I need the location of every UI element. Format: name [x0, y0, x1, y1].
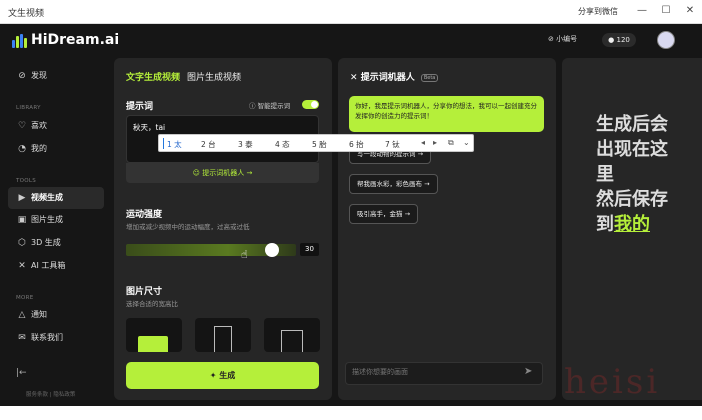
ime-candidate[interactable]: 1 太	[167, 139, 182, 150]
user-badge[interactable]: ⊘ 小编号	[548, 34, 577, 44]
bell-icon: △	[18, 310, 26, 320]
ime-candidate[interactable]: 3 泰	[238, 139, 253, 150]
chat-input[interactable]	[352, 368, 512, 376]
folder-icon: ◔	[18, 144, 26, 154]
ime-candidate[interactable]: 7 钛	[385, 139, 400, 150]
prompt-bot-link[interactable]: ☺ 提示词机器人 →	[126, 163, 319, 183]
collapse-sidebar-icon[interactable]: |←	[16, 368, 27, 378]
section-library: LIBRARY	[16, 105, 41, 111]
sidebar-item-mine[interactable]: ◔ 我的	[8, 138, 104, 160]
ime-settings-icon[interactable]: ⧉	[448, 138, 454, 148]
mail-icon: ✉	[18, 333, 26, 343]
preview-mine-link[interactable]: 我的	[614, 214, 650, 235]
tab-image-to-video[interactable]: 图片生成视频	[187, 70, 241, 83]
compass-icon: ⊘	[18, 71, 26, 81]
cube-icon: ⬡	[18, 238, 26, 248]
chat-input-box[interactable]	[345, 362, 543, 385]
sidebar-item-image[interactable]: ▣ 图片生成	[8, 209, 104, 231]
sidebar-item-label: AI 工具箱	[31, 261, 66, 270]
sidebar-footer[interactable]: 服务条款 | 隐私政策	[26, 390, 75, 398]
prompt-label: 提示词	[126, 102, 154, 112]
ime-candidate[interactable]: 2 台	[201, 139, 216, 150]
magic-wand-icon: ✦	[209, 371, 217, 380]
motion-slider-thumb[interactable]	[265, 243, 279, 257]
sidebar-item-label: 发现	[31, 71, 47, 80]
avatar[interactable]	[657, 31, 675, 49]
sidebar-item-label: 图片生成	[31, 215, 63, 224]
sidebar-item-3d[interactable]: ⬡ 3D 生成	[8, 232, 104, 254]
ime-candidate[interactable]: 5 胎	[312, 139, 327, 150]
window-title: 文生视频	[8, 9, 45, 19]
smart-prompt-label: ⓘ 智能提示词	[249, 102, 291, 110]
bot-icon: ☺	[192, 169, 200, 177]
info-icon: ⓘ	[249, 102, 256, 110]
maximize-icon[interactable]: ☐	[659, 4, 673, 18]
ime-caret	[163, 138, 164, 149]
compass-badge-icon: ⊘	[548, 35, 554, 43]
sidebar-item-label: 喜欢	[31, 121, 47, 130]
hidream-logo-icon	[12, 34, 28, 48]
taskbar-strip	[0, 406, 702, 420]
sidebar-item-discover[interactable]: ⊘ 发现	[8, 65, 104, 87]
ime-expand-icon[interactable]: ⌄	[463, 138, 470, 147]
sidebar-item-label: 3D 生成	[31, 238, 61, 247]
size-option-square[interactable]	[264, 318, 320, 352]
motion-value[interactable]: 30	[300, 243, 319, 256]
bot-greeting-bubble: 你好，我是提示词机器人，分享你的想法，我可以一起创建充分发挥你的创造力的提示词！	[349, 96, 544, 132]
app-root: HiDream.ai ⊘ 小编号 ● 120 ⊘ 发现 LIBRARY ♡ 喜欢…	[0, 24, 702, 406]
sidebar-item-ai-tools[interactable]: ✕ AI 工具箱	[8, 255, 104, 277]
ime-next-icon[interactable]: ▸	[433, 138, 437, 147]
size-label: 图片尺寸	[126, 287, 163, 297]
brand-name: HiDream.ai	[31, 32, 120, 48]
suggestion-chip[interactable]: 吸引高手，金猫 →	[349, 204, 419, 224]
user-badge-label: 小编号	[556, 35, 578, 43]
ime-candidate[interactable]: 6 抬	[349, 139, 364, 150]
sidebar-item-contact[interactable]: ✉ 联系我们	[8, 327, 104, 349]
sidebar-item-likes[interactable]: ♡ 喜欢	[8, 115, 104, 137]
beta-badge: Beta	[420, 73, 439, 82]
heart-icon: ♡	[17, 121, 27, 131]
prompt-bot-title: ✕ 提示词机器人 Beta	[350, 70, 439, 83]
sidebar-item-label: 联系我们	[31, 333, 63, 342]
motion-hint: 增加或减少视频中的运动幅度，过高或过低	[126, 223, 250, 231]
sidebar-item-video[interactable]: ▶ 视频生成	[8, 187, 104, 209]
close-chat-icon[interactable]: ✕	[350, 73, 358, 83]
size-hint: 选择合适的宽高比	[126, 300, 178, 308]
motion-label: 运动强度	[126, 210, 163, 220]
ime-candidate-bar: 1 太 2 台 3 泰 4 态 5 胎 6 抬 7 钛 ◂ ▸ ⧉ ⌄	[158, 134, 474, 152]
close-icon[interactable]: ✕	[683, 4, 697, 18]
ime-candidate[interactable]: 4 态	[275, 139, 290, 150]
section-more: MORE	[16, 295, 34, 301]
ime-prev-icon[interactable]: ◂	[421, 138, 425, 147]
coin-icon: ●	[608, 36, 615, 44]
preview-placeholder: 生成后会 出现在这 里 然后保存 到我的	[596, 114, 668, 235]
sidebar-item-label: 通知	[31, 310, 47, 319]
window-titlebar: 文生视频 分享到微信 — ☐ ✕	[0, 0, 702, 24]
generate-button[interactable]: ✦ 生成	[126, 362, 319, 389]
sidebar-item-label: 视频生成	[31, 193, 63, 202]
section-tools: TOOLS	[16, 178, 37, 184]
share-button[interactable]: 分享到微信	[578, 6, 618, 17]
video-icon: ▶	[18, 193, 26, 203]
watermark-logo: heisi	[564, 362, 661, 402]
size-option-portrait[interactable]	[195, 318, 251, 352]
tab-text-to-video[interactable]: 文字生成视频	[126, 70, 180, 83]
image-icon: ▣	[17, 215, 27, 225]
prompt-input-value: 秋天，tai	[133, 123, 166, 132]
suggestion-chip[interactable]: 帮我画水彩，彩色画布 →	[349, 174, 438, 194]
credits-pill[interactable]: ● 120	[602, 33, 636, 47]
send-icon[interactable]: ➤	[524, 366, 532, 377]
sidebar-item-notify[interactable]: △ 通知	[8, 304, 104, 326]
sidebar-item-label: 我的	[31, 144, 47, 153]
minimize-icon[interactable]: —	[635, 4, 649, 18]
tools-icon: ✕	[18, 261, 26, 271]
cursor-hand-icon: ☝	[241, 248, 248, 261]
size-option-landscape[interactable]	[126, 318, 182, 352]
credits-count: 120	[616, 36, 630, 44]
smart-prompt-toggle[interactable]	[302, 100, 319, 109]
